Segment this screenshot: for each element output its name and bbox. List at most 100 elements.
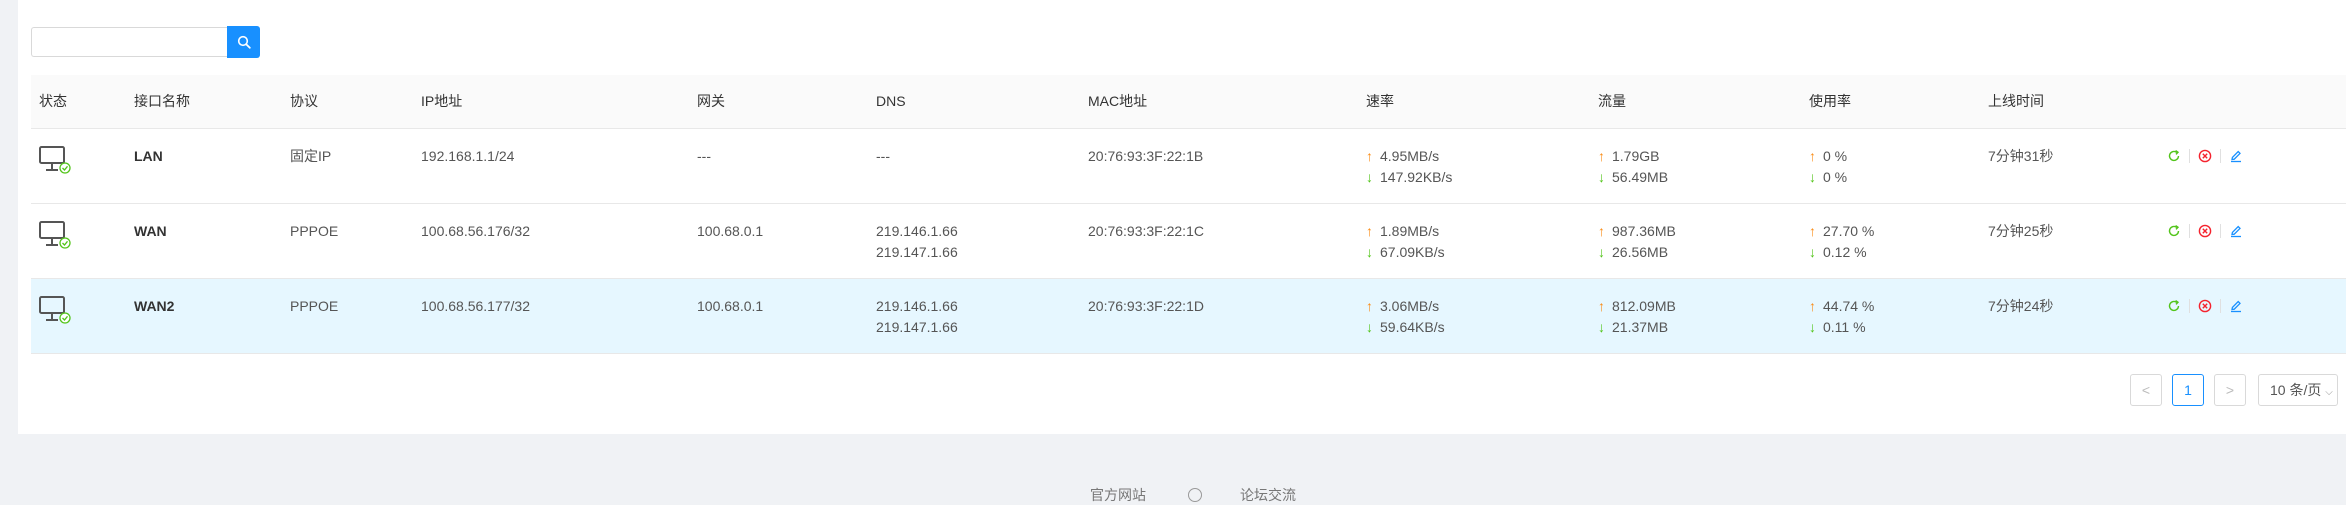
arrow-down-icon: ↓ [1598,319,1605,335]
rate: ↑ 3.06MB/s ↓ 59.64KB/s [1366,296,1445,338]
ip-address: 100.68.56.176/32 [421,223,530,239]
rate: ↑ 1.89MB/s ↓ 67.09KB/s [1366,221,1445,263]
monitor-connected-icon [38,295,72,328]
arrow-up-icon: ↑ [1598,223,1605,239]
dns-primary: --- [876,148,890,164]
refresh-icon[interactable] [2164,221,2184,241]
arrow-up-icon: ↑ [1598,298,1605,314]
table-row: WAN PPPOE 100.68.56.176/32 100.68.0.1 21… [31,204,2346,279]
rate-up: 1.89MB/s [1380,223,1440,239]
table-row: LAN 固定IP 192.168.1.1/24 --- --- 20:76:93… [31,129,2346,204]
traffic-down: 56.49MB [1612,169,1669,185]
search-input[interactable] [31,27,227,57]
col-header-uptime: 上线时间 [1988,93,2044,109]
interface-name: WAN2 [134,298,175,314]
action-divider [2189,149,2190,163]
usage-down: 0.12 % [1823,244,1867,260]
ip-address: 192.168.1.1/24 [421,148,515,164]
col-header-dns: DNS [876,93,906,109]
interface-name: WAN [134,223,167,239]
content-panel: 状态 接口名称 协议 IP地址 网关 DNS MAC地址 速率 流量 使用率 上… [18,0,2346,434]
monitor-connected-icon [38,220,72,253]
col-header-traffic: 流量 [1598,93,1626,109]
col-header-name: 接口名称 [134,93,190,109]
row-actions [2164,221,2246,241]
edit-icon[interactable] [2226,221,2246,241]
traffic: ↑ 812.09MB ↓ 21.37MB [1598,296,1676,338]
action-divider [2220,299,2221,313]
col-header-protocol: 协议 [290,93,318,109]
ip-address: 100.68.56.177/32 [421,298,530,314]
github-icon[interactable] [1188,488,1202,502]
arrow-up-icon: ↑ [1366,298,1373,314]
arrow-down-icon: ↓ [1598,244,1605,260]
edit-icon[interactable] [2226,146,2246,166]
table-header: 状态 接口名称 协议 IP地址 网关 DNS MAC地址 速率 流量 使用率 上… [31,75,2346,129]
usage: ↑ 0 % ↓ 0 % [1809,146,1847,188]
close-circle-icon[interactable] [2195,221,2215,241]
traffic: ↑ 1.79GB ↓ 56.49MB [1598,146,1668,188]
usage-up: 0 % [1823,148,1848,164]
traffic-down: 26.56MB [1612,244,1669,260]
refresh-icon[interactable] [2164,146,2184,166]
arrow-up-icon: ↑ [1366,148,1373,164]
arrow-down-icon: ↓ [1366,169,1373,185]
close-circle-icon[interactable] [2195,296,2215,316]
prev-page-button[interactable]: < [2130,374,2162,406]
next-page-button[interactable]: > [2214,374,2246,406]
arrow-down-icon: ↓ [1809,244,1816,260]
dns-secondary: 219.147.1.66 [876,319,958,335]
arrow-down-icon: ↓ [1809,319,1816,335]
page-1-button[interactable]: 1 [2172,374,2204,406]
traffic-up: 987.36MB [1612,223,1676,239]
gateway: --- [697,148,711,164]
col-header-status: 状态 [39,93,67,109]
dns-primary: 219.146.1.66 [876,223,958,239]
arrow-up-icon: ↑ [1809,298,1816,314]
rate-down: 147.92KB/s [1380,169,1453,185]
close-circle-icon[interactable] [2195,146,2215,166]
col-header-usage: 使用率 [1809,93,1851,109]
protocol: PPPOE [290,298,339,314]
action-divider [2220,149,2221,163]
page-size-select[interactable]: 10 条/页 ⌵ [2258,374,2338,406]
mac-address: 20:76:93:3F:22:1C [1088,223,1204,239]
official-site-link[interactable]: 官方网站 [1090,485,1146,505]
refresh-icon[interactable] [2164,296,2184,316]
action-divider [2189,224,2190,238]
dns: 219.146.1.66 219.147.1.66 [876,221,958,263]
traffic: ↑ 987.36MB ↓ 26.56MB [1598,221,1676,263]
search-bar [31,26,260,58]
search-button[interactable] [227,26,260,58]
rate-down: 67.09KB/s [1380,244,1445,260]
dns-primary: 219.146.1.66 [876,298,958,314]
search-icon [237,35,251,49]
rate-down: 59.64KB/s [1380,319,1445,335]
rate-up: 4.95MB/s [1380,148,1440,164]
uptime: 7分钟24秒 [1988,298,2054,314]
mac-address: 20:76:93:3F:22:1B [1088,148,1204,164]
protocol: 固定IP [290,148,332,164]
usage-down: 0 % [1823,169,1848,185]
arrow-up-icon: ↑ [1366,223,1373,239]
chevron-down-icon: ⌵ [2325,387,2333,398]
table-body: LAN 固定IP 192.168.1.1/24 --- --- 20:76:93… [31,129,2346,354]
arrow-down-icon: ↓ [1598,169,1605,185]
dns-secondary: 219.147.1.66 [876,244,958,260]
edit-icon[interactable] [2226,296,2246,316]
monitor-connected-icon [38,145,72,178]
usage-down: 0.11 % [1823,319,1866,335]
traffic-up: 1.79GB [1612,148,1660,164]
usage: ↑ 44.74 % ↓ 0.11 % [1809,296,1874,338]
dns: 219.146.1.66 219.147.1.66 [876,296,958,338]
arrow-up-icon: ↑ [1809,148,1816,164]
forum-link[interactable]: 论坛交流 [1240,485,1296,505]
row-actions [2164,296,2246,316]
usage: ↑ 27.70 % ↓ 0.12 % [1809,221,1874,263]
uptime: 7分钟31秒 [1988,148,2054,164]
rate: ↑ 4.95MB/s ↓ 147.92KB/s [1366,146,1452,188]
rate-up: 3.06MB/s [1380,298,1440,314]
action-divider [2220,224,2221,238]
traffic-up: 812.09MB [1612,298,1676,314]
arrow-up-icon: ↑ [1598,148,1605,164]
